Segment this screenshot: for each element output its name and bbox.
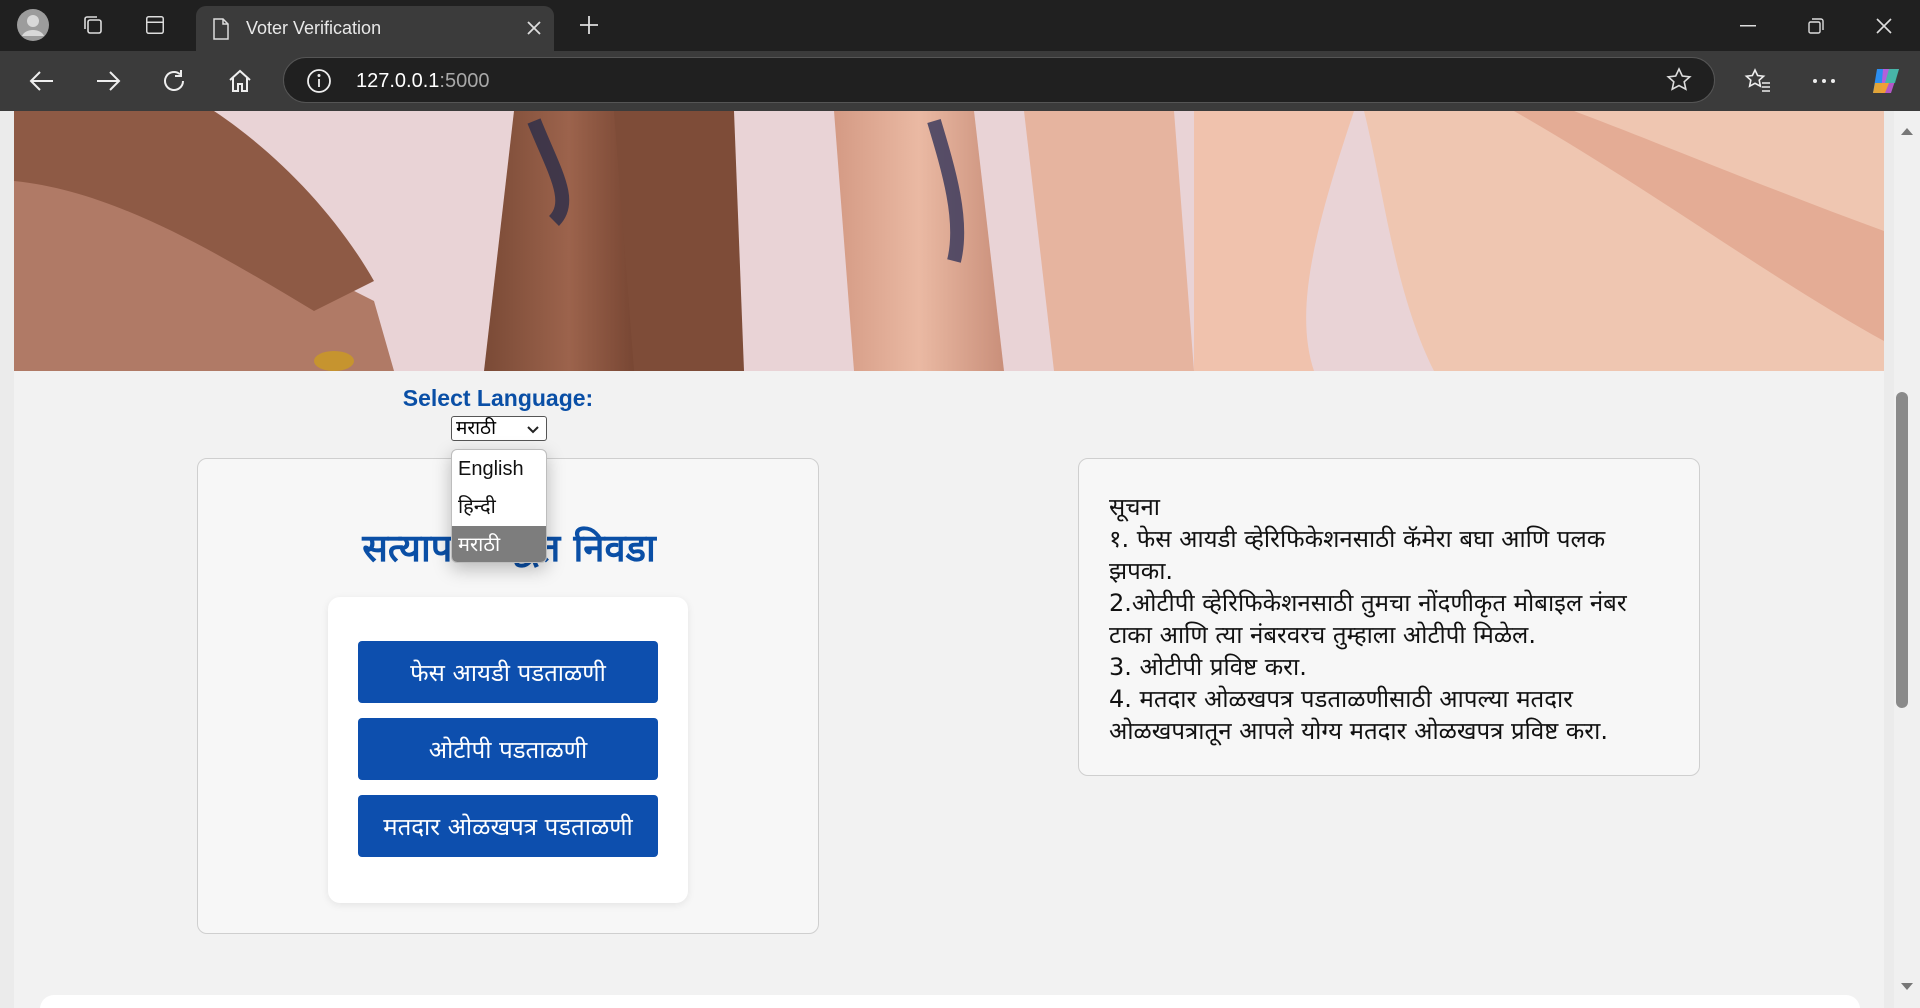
favorites-icon[interactable] bbox=[1738, 63, 1778, 99]
workspaces-icon[interactable] bbox=[76, 8, 110, 42]
home-icon[interactable] bbox=[220, 63, 260, 99]
scrollbar-thumb[interactable] bbox=[1896, 392, 1908, 708]
language-option-marathi[interactable]: मराठी bbox=[452, 526, 546, 562]
more-icon[interactable] bbox=[1804, 63, 1844, 99]
language-option-english[interactable]: English bbox=[452, 450, 546, 488]
instruction-line: १. फेस आयडी व्हेरिफिकेशनसाठी कॅमेरा बघा … bbox=[1109, 525, 1606, 585]
vertical-tabs-icon[interactable] bbox=[138, 8, 172, 42]
method-buttons-panel: फेस आयडी पडताळणी ओटीपी पडताळणी मतदार ओळख… bbox=[328, 597, 688, 903]
scroll-down-icon[interactable] bbox=[1900, 977, 1914, 996]
chevron-down-icon bbox=[526, 419, 540, 442]
page-icon bbox=[212, 18, 230, 44]
voter-id-verification-button[interactable]: मतदार ओळखपत्र पडताळणी bbox=[358, 795, 658, 857]
tab-title: Voter Verification bbox=[246, 18, 382, 38]
address-bar[interactable]: 127.0.0.1:5000 bbox=[283, 57, 1715, 103]
url-text[interactable]: 127.0.0.1:5000 bbox=[356, 70, 489, 93]
forward-icon[interactable] bbox=[88, 63, 128, 99]
instructions-heading: सूचना bbox=[1109, 493, 1160, 521]
select-language-label: Select Language: bbox=[402, 385, 594, 411]
instruction-line: 2.ओटीपी व्हेरिफिकेशनसाठी तुमचा नोंदणीकृत… bbox=[1109, 589, 1627, 649]
minimize-icon[interactable] bbox=[1714, 0, 1782, 51]
footer-card-edge bbox=[40, 995, 1860, 1008]
new-tab-icon[interactable] bbox=[572, 8, 606, 42]
favorite-star-icon[interactable] bbox=[1666, 67, 1692, 97]
profile-icon[interactable] bbox=[16, 8, 50, 42]
toolbar: 127.0.0.1:5000 bbox=[0, 51, 1920, 111]
close-tab-icon[interactable] bbox=[524, 18, 544, 42]
close-window-icon[interactable] bbox=[1850, 0, 1918, 51]
scroll-up-icon[interactable] bbox=[1900, 121, 1914, 140]
otp-verification-button[interactable]: ओटीपी पडताळणी bbox=[358, 718, 658, 780]
instruction-line: 3. ओटीपी प्रविष्ट करा. bbox=[1109, 653, 1307, 681]
back-icon[interactable] bbox=[22, 63, 62, 99]
face-id-verification-button[interactable]: फेस आयडी पडताळणी bbox=[358, 641, 658, 703]
active-tab[interactable]: Voter Verification bbox=[196, 6, 554, 51]
copilot-icon[interactable] bbox=[1866, 63, 1906, 99]
hero-banner-image bbox=[14, 111, 1884, 371]
language-option-hindi[interactable]: हिन्दी bbox=[452, 488, 546, 526]
instructions-card: सूचना १. फेस आयडी व्हेरिफिकेशनसाठी कॅमेर… bbox=[1078, 458, 1700, 776]
refresh-icon[interactable] bbox=[154, 63, 194, 99]
language-dropdown-list: English हिन्दी मराठी bbox=[451, 449, 547, 563]
tab-bar: Voter Verification bbox=[0, 0, 1920, 51]
restore-icon[interactable] bbox=[1782, 0, 1850, 51]
language-select-value: मराठी bbox=[456, 417, 497, 439]
instruction-line: 4. मतदार ओळखपत्र पडताळणीसाठी आपल्या मतदा… bbox=[1109, 685, 1608, 745]
site-info-icon[interactable] bbox=[306, 68, 332, 98]
language-select[interactable]: मराठी bbox=[451, 416, 547, 441]
